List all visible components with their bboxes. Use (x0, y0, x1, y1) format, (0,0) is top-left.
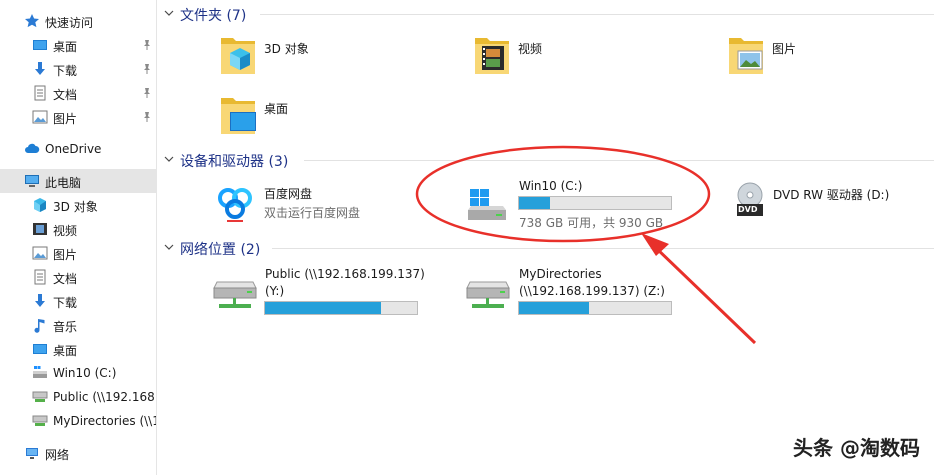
watermark: 头条 @淘数码 (793, 436, 920, 460)
annotation-overlay (415, 145, 757, 345)
annotation-arrowhead (641, 233, 669, 256)
highlight-ellipse (415, 145, 711, 243)
annotation-arrow-shaft (653, 245, 757, 345)
